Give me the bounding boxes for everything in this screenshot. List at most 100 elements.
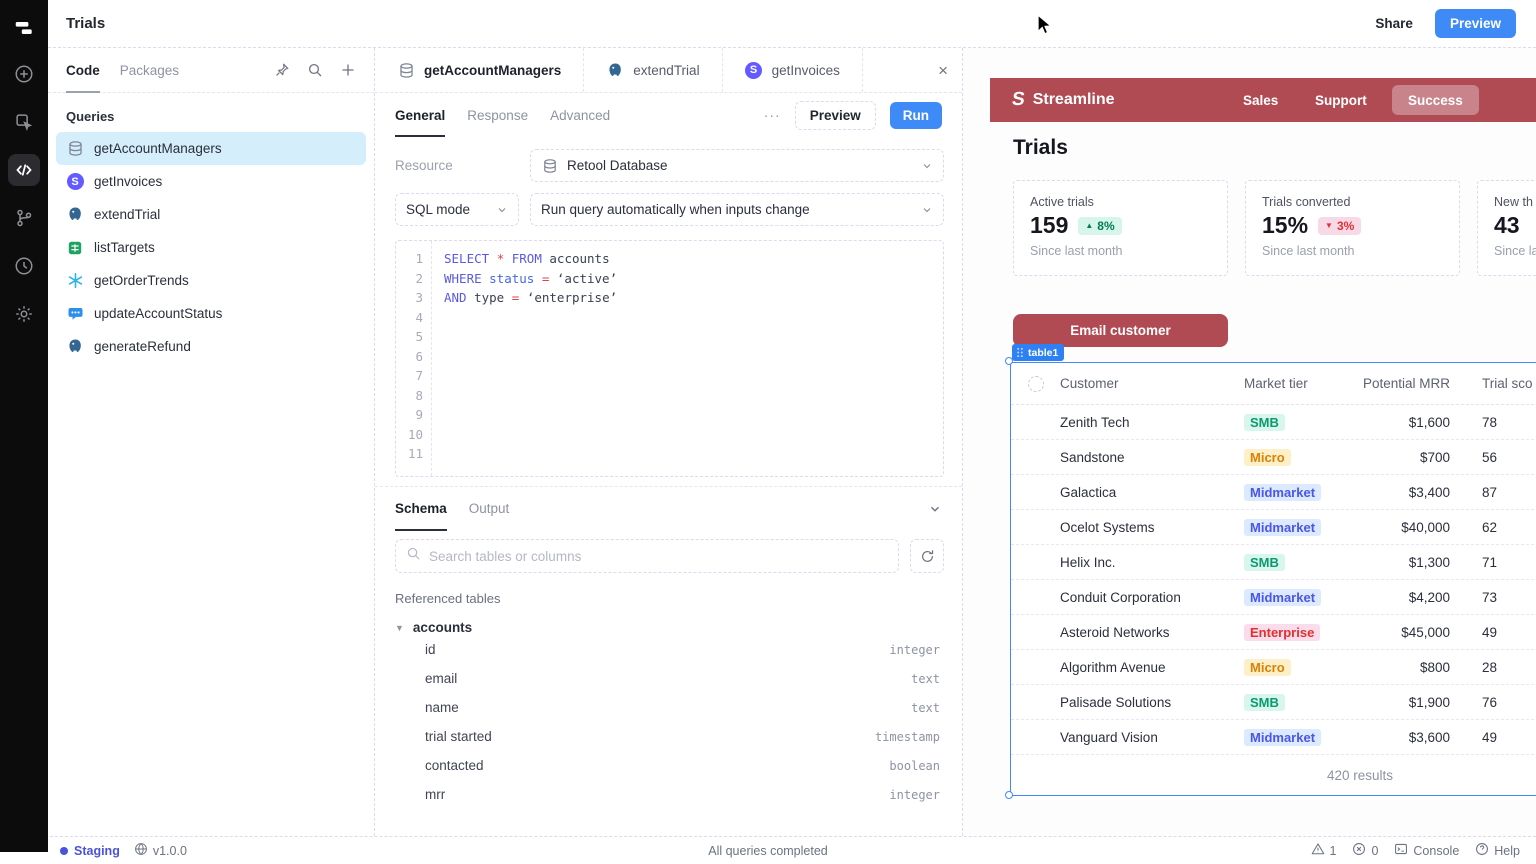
table-selection-tag[interactable]: table1 xyxy=(1012,344,1064,361)
email-customer-button[interactable]: Email customer xyxy=(1013,314,1228,347)
queries-panel-tabs: Code Packages xyxy=(48,48,374,93)
app-brand[interactable]: S Streamline xyxy=(1012,89,1115,111)
settings-gear-icon[interactable] xyxy=(8,298,40,330)
tab-advanced[interactable]: Advanced xyxy=(550,93,610,137)
version-selector[interactable]: v1.0.0 xyxy=(134,842,187,859)
schema-field-mrr[interactable]: mrrinteger xyxy=(375,780,962,809)
collapse-chevron-icon[interactable] xyxy=(928,502,942,516)
code-icon[interactable] xyxy=(8,154,40,186)
editor-tab-getInvoices[interactable]: SgetInvoices xyxy=(723,48,863,92)
schema-field-id[interactable]: idinteger xyxy=(375,635,962,664)
tab-response[interactable]: Response xyxy=(467,93,528,137)
selection-handle[interactable] xyxy=(1005,791,1013,799)
select-all-checkbox[interactable] xyxy=(1028,376,1044,392)
schema-search-input[interactable] xyxy=(429,549,888,564)
nav-item-success[interactable]: Success xyxy=(1392,85,1479,115)
stat-caption: Since la xyxy=(1494,244,1536,258)
query-preview-button[interactable]: Preview xyxy=(795,101,876,130)
column-header-market-tier[interactable]: Market tier xyxy=(1244,376,1361,391)
status-message: All queries completed xyxy=(0,844,1536,858)
cell-customer: Conduit Corporation xyxy=(1060,590,1244,605)
field-type: timestamp xyxy=(875,730,940,744)
tab-output[interactable]: Output xyxy=(469,487,510,531)
table-row[interactable]: Asteroid NetworksEnterprise$45,00049 xyxy=(1011,615,1536,650)
nav-item-sales[interactable]: Sales xyxy=(1243,78,1278,122)
schema-search[interactable] xyxy=(395,539,899,573)
table-header-row: Customer Market tier Potential MRR Trial… xyxy=(1011,363,1536,405)
query-item-listTargets[interactable]: listTargets xyxy=(56,231,366,264)
column-header-trial-score[interactable]: Trial sco xyxy=(1450,376,1536,391)
table-row[interactable]: Conduit CorporationMidmarket$4,20073 xyxy=(1011,580,1536,615)
caret-down-icon: ▼ xyxy=(395,623,404,633)
tab-packages[interactable]: Packages xyxy=(120,48,179,93)
run-button[interactable]: Run xyxy=(890,102,942,129)
query-item-updateAccountStatus[interactable]: updateAccountStatus xyxy=(56,297,366,330)
statusbar: Staging v1.0.0 All queries completed 1 0… xyxy=(0,836,1536,864)
query-item-generateRefund[interactable]: generateRefund xyxy=(56,330,366,363)
nav-item-support[interactable]: Support xyxy=(1315,78,1367,122)
overflow-menu-icon[interactable]: ··· xyxy=(764,107,781,123)
query-item-extendTrial[interactable]: extendTrial xyxy=(56,198,366,231)
schema-field-trial-started[interactable]: trial startedtimestamp xyxy=(375,722,962,751)
add-query-icon[interactable] xyxy=(340,62,356,78)
chevron-down-icon xyxy=(496,204,508,216)
select-tool-icon[interactable] xyxy=(8,106,40,138)
share-button[interactable]: Share xyxy=(1375,16,1413,31)
postgres-icon xyxy=(66,206,84,224)
table-row[interactable]: SandstoneMicro$70056 xyxy=(1011,440,1536,475)
sql-mode-select[interactable]: SQL mode xyxy=(395,193,519,226)
search-icon[interactable] xyxy=(307,62,323,78)
warnings-indicator[interactable]: 1 xyxy=(1311,842,1337,859)
column-header-customer[interactable]: Customer xyxy=(1060,376,1244,391)
table-row[interactable]: Palisade SolutionsSMB$1,90076 xyxy=(1011,685,1536,720)
add-icon[interactable] xyxy=(8,58,40,90)
tab-code[interactable]: Code xyxy=(66,48,100,93)
refresh-schema-button[interactable] xyxy=(910,539,944,573)
tab-general[interactable]: General xyxy=(395,93,445,137)
tab-schema[interactable]: Schema xyxy=(395,487,447,531)
cell-customer: Algorithm Avenue xyxy=(1060,660,1244,675)
database-icon xyxy=(541,157,559,175)
query-item-getAccountManagers[interactable]: getAccountManagers xyxy=(56,132,366,165)
drag-handle-icon xyxy=(1016,347,1024,358)
stat-card-1[interactable]: Trials converted15%▼3%Since last month xyxy=(1245,180,1460,276)
stat-card-0[interactable]: Active trials159▲8%Since last month xyxy=(1013,180,1228,276)
console-toggle[interactable]: Console xyxy=(1394,842,1459,859)
history-icon[interactable] xyxy=(8,250,40,282)
retool-logo-icon[interactable] xyxy=(8,12,40,44)
sql-editor[interactable]: 1234567891011 SELECT * FROM accountsWHER… xyxy=(395,240,944,477)
table-row[interactable]: GalacticaMidmarket$3,40087 xyxy=(1011,475,1536,510)
selection-handle[interactable] xyxy=(1005,357,1013,365)
run-trigger-select[interactable]: Run query automatically when inputs chan… xyxy=(530,193,944,226)
query-item-getInvoices[interactable]: SgetInvoices xyxy=(56,165,366,198)
editor-tab-extendTrial[interactable]: extendTrial xyxy=(584,48,722,92)
schema-field-email[interactable]: emailtext xyxy=(375,664,962,693)
stat-card-2[interactable]: New th43Since la xyxy=(1477,180,1536,276)
console-icon xyxy=(1394,842,1408,859)
query-item-getOrderTrends[interactable]: getOrderTrends xyxy=(56,264,366,297)
cell-customer: Palisade Solutions xyxy=(1060,695,1244,710)
preview-button[interactable]: Preview xyxy=(1435,9,1516,38)
branch-icon[interactable] xyxy=(8,202,40,234)
close-tab-icon[interactable]: × xyxy=(938,48,948,93)
topbar: Trials Share Preview xyxy=(48,0,1536,48)
errors-indicator[interactable]: 0 xyxy=(1352,842,1378,859)
table-row[interactable]: Vanguard VisionMidmarket$3,60049 xyxy=(1011,720,1536,755)
schema-field-contacted[interactable]: contactedboolean xyxy=(375,751,962,780)
help-button[interactable]: Help xyxy=(1475,842,1520,859)
schema-table-accounts[interactable]: ▼ accounts xyxy=(375,606,962,635)
table-row[interactable]: Algorithm AvenueMicro$80028 xyxy=(1011,650,1536,685)
column-header-potential-mrr[interactable]: Potential MRR xyxy=(1361,376,1450,391)
table-row[interactable]: Zenith TechSMB$1,60078 xyxy=(1011,405,1536,440)
table-row[interactable]: Helix Inc.SMB$1,30071 xyxy=(1011,545,1536,580)
schema-field-name[interactable]: nametext xyxy=(375,693,962,722)
editor-tab-getAccountManagers[interactable]: getAccountManagers xyxy=(375,48,584,92)
resource-select[interactable]: Retool Database xyxy=(530,149,944,182)
pin-icon[interactable] xyxy=(274,62,290,78)
table-row[interactable]: Ocelot SystemsMidmarket$40,00062 xyxy=(1011,510,1536,545)
environment-selector[interactable]: Staging xyxy=(60,844,120,858)
postgres-icon xyxy=(66,338,84,356)
query-label: listTargets xyxy=(94,240,155,255)
cell-trial-score: 87 xyxy=(1450,485,1536,500)
trials-table[interactable]: Customer Market tier Potential MRR Trial… xyxy=(1010,362,1536,796)
